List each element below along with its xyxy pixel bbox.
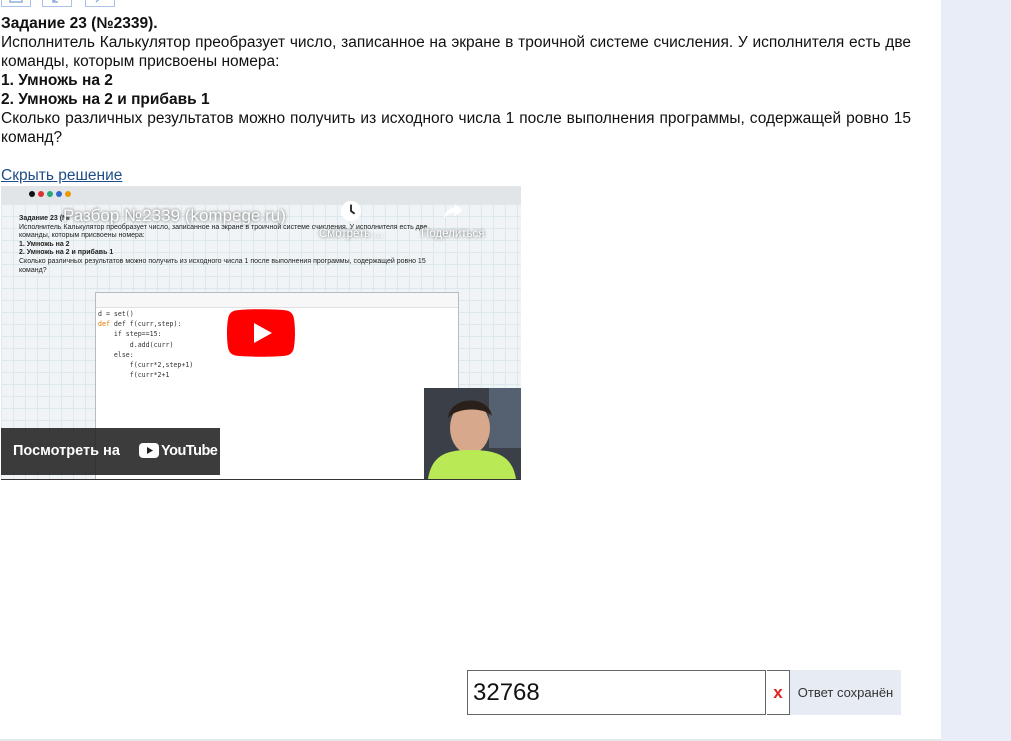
code-line: f(curr*2+1 bbox=[98, 371, 170, 380]
video-command-2: 2. Умножь на 2 и прибавь 1 bbox=[19, 249, 114, 257]
clear-answer-button[interactable]: x bbox=[767, 670, 790, 715]
command-2: 2. Умножь на 2 и прибавь 1 bbox=[1, 91, 210, 108]
youtube-logo-icon bbox=[139, 443, 159, 458]
watch-later-label: Смотреть ... bbox=[319, 228, 384, 240]
code-line: if step==15: bbox=[98, 330, 162, 339]
answer-status-badge: Ответ сохранён bbox=[790, 670, 901, 715]
task-question: Сколько различных результатов можно полу… bbox=[1, 110, 911, 146]
video-title[interactable]: Разбор №2339 (kompege.ru) bbox=[63, 206, 286, 226]
watch-on-label: Посмотреть на bbox=[13, 443, 120, 459]
open-arrow-icon[interactable] bbox=[85, 0, 115, 7]
right-side-panel bbox=[941, 0, 1011, 741]
play-button-icon[interactable] bbox=[227, 309, 295, 357]
clock-icon bbox=[340, 200, 362, 222]
youtube-wordmark: YouTube bbox=[161, 443, 218, 459]
collapse-arrow-icon[interactable] bbox=[42, 0, 72, 7]
share-button[interactable]: Поделиться bbox=[421, 200, 485, 240]
command-1: 1. Умножь на 2 bbox=[1, 72, 113, 89]
watch-on-youtube-button[interactable]: Посмотреть на YouTube bbox=[1, 428, 220, 475]
answer-input[interactable] bbox=[467, 670, 766, 715]
task-title: Задание 23 (№2339). bbox=[1, 15, 158, 32]
video-task-question: Сколько различных результатов можно полу… bbox=[19, 257, 426, 274]
code-block: d = set() def def f(curr,step): if step==… bbox=[98, 309, 193, 380]
watch-later-button[interactable]: Смотреть ... bbox=[319, 200, 383, 240]
editor-titlebar bbox=[96, 293, 458, 308]
expand-icon[interactable] bbox=[1, 0, 31, 7]
video-command-1: 1. Умножь на 2 bbox=[19, 240, 70, 248]
task-block: Задание 23 (№2339). Исполнитель Калькуля… bbox=[1, 14, 911, 147]
code-line: f(curr*2,step+1) bbox=[98, 361, 194, 370]
share-arrow-icon bbox=[443, 203, 462, 219]
code-line: d = set() bbox=[98, 310, 134, 318]
code-line: def def f(curr,step): bbox=[98, 320, 182, 329]
hide-solution-link[interactable]: Скрыть решение bbox=[1, 167, 122, 185]
code-line: else: bbox=[98, 350, 134, 359]
video-player[interactable]: Задание 23 (№ Исполнитель Калькулятор пр… bbox=[1, 186, 521, 480]
webcam-overlay bbox=[424, 388, 521, 479]
code-line: d.add(curr) bbox=[98, 340, 174, 349]
share-label: Поделиться bbox=[421, 228, 485, 240]
task-intro: Исполнитель Калькулятор преобразует числ… bbox=[1, 34, 911, 70]
